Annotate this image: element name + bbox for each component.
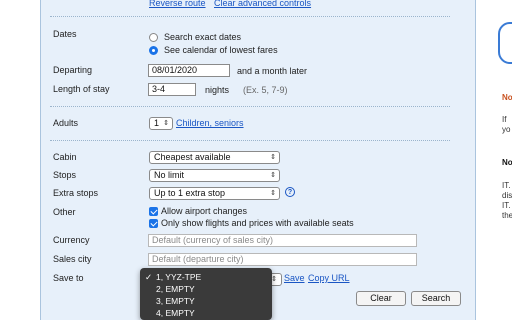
sales-city-input[interactable]: Default (departure city) — [148, 253, 417, 266]
length-of-stay-label: Length of stay — [53, 84, 110, 94]
children-seniors-link[interactable]: Children, seniors — [176, 118, 244, 128]
save-slot-label: 1, YYZ-TPE — [156, 272, 202, 282]
save-slot-label: 3, EMPTY — [156, 296, 195, 306]
clear-button[interactable]: Clear — [356, 291, 406, 306]
nights-label: nights — [205, 85, 230, 95]
save-link[interactable]: Save — [284, 273, 305, 283]
adults-label: Adults — [53, 118, 79, 128]
right-pane-heading: No — [502, 158, 512, 167]
right-pane-text: IT. — [502, 181, 511, 190]
currency-input[interactable]: Default (currency of sales city) — [148, 234, 417, 247]
only-available-seats-label[interactable]: Only show flights and prices with availa… — [161, 218, 354, 228]
allow-airport-changes-checkbox[interactable] — [149, 207, 158, 216]
save-slot-option[interactable]: ✓ 1, YYZ-TPE — [140, 271, 272, 283]
help-icon[interactable]: ? — [285, 187, 295, 197]
side-tab-control[interactable] — [498, 22, 512, 64]
search-button[interactable]: Search — [411, 291, 461, 306]
separator — [50, 140, 450, 141]
separator — [50, 106, 450, 107]
allow-airport-changes-label[interactable]: Allow airport changes — [161, 206, 247, 216]
cabin-select[interactable]: Cheapest available ⇕ — [149, 151, 280, 164]
chevron-updown-icon: ⇕ — [270, 154, 276, 161]
extra-stops-label: Extra stops — [53, 188, 99, 198]
chevron-updown-icon: ⇕ — [270, 190, 276, 197]
right-pane-text: dis — [502, 191, 512, 200]
save-slot-option[interactable]: 4, EMPTY — [140, 307, 272, 319]
copy-url-link[interactable]: Copy URL — [308, 273, 350, 283]
chevron-updown-icon: ⇕ — [271, 276, 277, 283]
stops-label: Stops — [53, 170, 77, 180]
cabin-label: Cabin — [53, 152, 77, 162]
right-pane-text: If — [502, 115, 507, 124]
save-slot-label: 2, EMPTY — [156, 284, 195, 294]
other-label: Other — [53, 207, 76, 217]
search-exact-dates-label[interactable]: Search exact dates — [164, 32, 241, 42]
only-available-seats-checkbox[interactable] — [149, 219, 158, 228]
departing-suffix: and a month later — [237, 66, 308, 76]
clear-advanced-controls-link[interactable]: Clear advanced controls — [214, 0, 311, 8]
length-of-stay-input[interactable]: 3-4 — [148, 83, 196, 96]
right-pane-text: the — [502, 211, 512, 220]
separator — [50, 16, 450, 17]
chevron-updown-icon: ⇕ — [270, 172, 276, 179]
adults-value: 1 — [154, 118, 160, 128]
departing-date-input[interactable]: 08/01/2020 — [148, 64, 230, 77]
departing-label: Departing — [53, 65, 93, 75]
save-slot-label: 4, EMPTY — [156, 308, 195, 318]
length-of-stay-hint: (Ex. 5, 7-9) — [243, 85, 288, 95]
right-pane-text: yo — [502, 125, 511, 134]
right-pane-text: IT. — [502, 201, 511, 210]
right-pane-heading: No — [502, 93, 512, 102]
stops-value: No limit — [154, 170, 185, 180]
extra-stops-select[interactable]: Up to 1 extra stop ⇕ — [149, 187, 280, 200]
reverse-route-link[interactable]: Reverse route — [149, 0, 206, 8]
save-slot-option[interactable]: 3, EMPTY — [140, 295, 272, 307]
save-to-dropdown-menu: ✓ 1, YYZ-TPE 2, EMPTY 3, EMPTY 4, EMPTY — [140, 268, 272, 320]
search-exact-dates-radio[interactable] — [149, 33, 158, 42]
adults-select[interactable]: 1 ⇕ — [149, 117, 173, 130]
save-slot-option[interactable]: 2, EMPTY — [140, 283, 272, 295]
calendar-lowest-fares-label[interactable]: See calendar of lowest fares — [164, 45, 278, 55]
stepper-arrows-icon: ⇕ — [163, 120, 169, 127]
sales-city-label: Sales city — [53, 254, 92, 264]
calendar-lowest-fares-radio[interactable] — [149, 46, 158, 55]
dates-label: Dates — [53, 29, 77, 39]
stops-select[interactable]: No limit ⇕ — [149, 169, 280, 182]
cabin-value: Cheapest available — [154, 152, 231, 162]
save-to-label: Save to — [53, 273, 84, 283]
checkmark-icon: ✓ — [145, 272, 153, 282]
extra-stops-value: Up to 1 extra stop — [154, 188, 226, 198]
currency-label: Currency — [53, 235, 90, 245]
